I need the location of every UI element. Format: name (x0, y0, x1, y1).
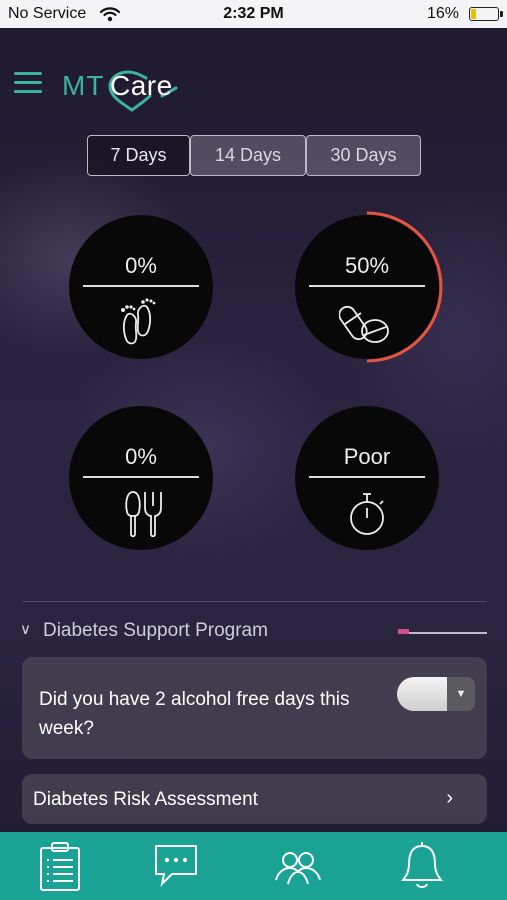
activity-value: Poor (343, 444, 391, 469)
clipboard-icon[interactable] (34, 840, 86, 892)
steps-stat[interactable]: 0% (69, 215, 213, 359)
chevron-down-icon: ∨ (20, 621, 31, 638)
medication-value: 50% (344, 253, 390, 278)
stat-divider (309, 476, 425, 478)
tab-30-days[interactable]: 30 Days (306, 135, 421, 176)
logo-mt: MT (62, 70, 105, 101)
cutlery-icon (125, 491, 162, 538)
answer-dropdown[interactable]: ▼ (397, 677, 475, 711)
footprints-icon (121, 298, 156, 345)
program-header[interactable]: ∨ Diabetes Support Program (20, 620, 268, 642)
pills-icon (339, 305, 389, 343)
section-divider (22, 601, 487, 602)
medication-stat[interactable]: 50% (295, 211, 443, 363)
stopwatch-icon (350, 493, 384, 535)
hamburger-menu-icon[interactable] (14, 72, 42, 96)
program-progress-fill (398, 629, 409, 634)
alcohol-free-question: Did you have 2 alcohol free days this we… (39, 689, 350, 739)
stat-divider (309, 285, 425, 287)
program-progress-bar (398, 629, 487, 634)
tab-7-days[interactable]: 7 Days (87, 135, 190, 176)
dropdown-body (397, 677, 451, 711)
risk-assessment-label: Diabetes Risk Assessment (33, 789, 258, 810)
logo-care: Care (110, 70, 173, 101)
diet-value: 0% (125, 444, 157, 469)
steps-value: 0% (125, 253, 157, 278)
people-icon[interactable] (272, 840, 324, 892)
tab-bar (0, 832, 507, 900)
battery-percent: 16% (426, 5, 459, 22)
tab-14-days[interactable]: 14 Days (190, 135, 306, 176)
alcohol-free-card: Did you have 2 alcohol free days this we… (22, 657, 487, 759)
stat-divider (83, 285, 199, 287)
activity-stat[interactable]: Poor (295, 406, 439, 550)
bell-icon[interactable] (396, 840, 448, 892)
diet-stat[interactable]: 0% (69, 406, 213, 550)
caret-down-icon: ▼ (447, 677, 475, 711)
program-title: Diabetes Support Program (42, 620, 268, 641)
chat-icon[interactable] (150, 840, 202, 892)
risk-assessment-card[interactable]: Diabetes Risk Assessment › (22, 774, 487, 824)
stat-divider (83, 476, 199, 478)
chevron-right-icon: › (446, 787, 453, 809)
battery-icon (469, 7, 503, 21)
status-bar: No Service 2:32 PM 16% (0, 0, 507, 28)
